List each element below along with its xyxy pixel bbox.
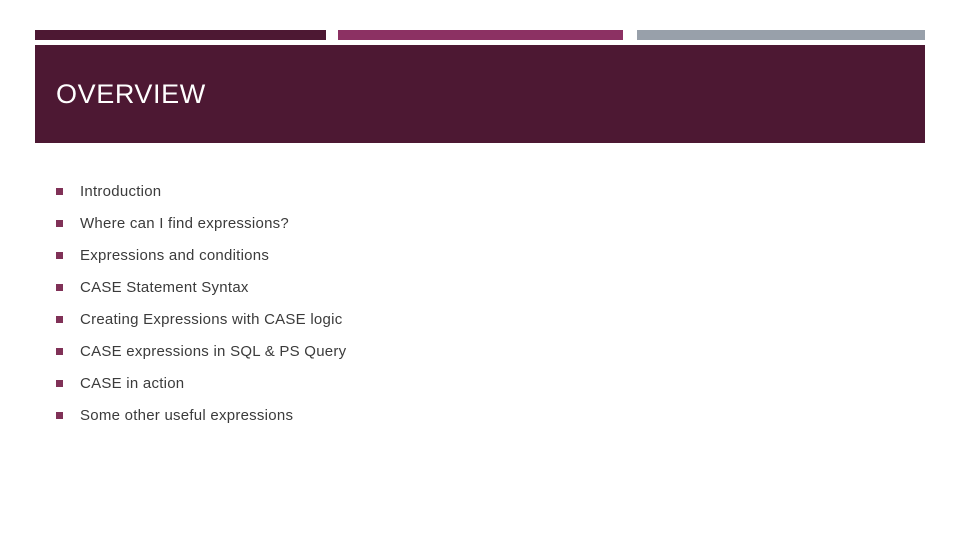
list-item: CASE in action bbox=[56, 368, 896, 400]
square-bullet-icon bbox=[56, 316, 63, 323]
list-item: Creating Expressions with CASE logic bbox=[56, 304, 896, 336]
slide-canvas: OVERVIEW Introduction Where can I find e… bbox=[0, 0, 960, 540]
square-bullet-icon bbox=[56, 380, 63, 387]
list-item: Expressions and conditions bbox=[56, 240, 896, 272]
square-bullet-icon bbox=[56, 284, 63, 291]
square-bullet-icon bbox=[56, 412, 63, 419]
list-item-label: Expressions and conditions bbox=[80, 247, 270, 264]
list-item-label: CASE expressions in SQL & PS Query bbox=[80, 343, 347, 360]
square-bullet-icon bbox=[56, 188, 63, 195]
list-item-label: Introduction bbox=[80, 183, 162, 200]
square-bullet-icon bbox=[56, 220, 63, 227]
list-item-label: Some other useful expressions bbox=[80, 407, 294, 424]
list-item-label: CASE in action bbox=[80, 375, 185, 392]
list-item-label: Where can I find expressions? bbox=[80, 215, 290, 232]
title-banner: OVERVIEW bbox=[35, 45, 925, 143]
accent-bar-gray bbox=[637, 30, 925, 40]
page-title: OVERVIEW bbox=[56, 79, 206, 109]
list-item-label: CASE Statement Syntax bbox=[80, 279, 249, 296]
list-item: Some other useful expressions bbox=[56, 400, 896, 432]
accent-bar-magenta bbox=[338, 30, 623, 40]
list-item-label: Creating Expressions with CASE logic bbox=[80, 311, 343, 328]
overview-bullet-list: Introduction Where can I find expression… bbox=[56, 176, 896, 432]
list-item: CASE expressions in SQL & PS Query bbox=[56, 336, 896, 368]
accent-bar-dark-plum bbox=[35, 30, 326, 40]
list-item: Introduction bbox=[56, 176, 896, 208]
square-bullet-icon bbox=[56, 348, 63, 355]
square-bullet-icon bbox=[56, 252, 63, 259]
list-item: CASE Statement Syntax bbox=[56, 272, 896, 304]
list-item: Where can I find expressions? bbox=[56, 208, 896, 240]
